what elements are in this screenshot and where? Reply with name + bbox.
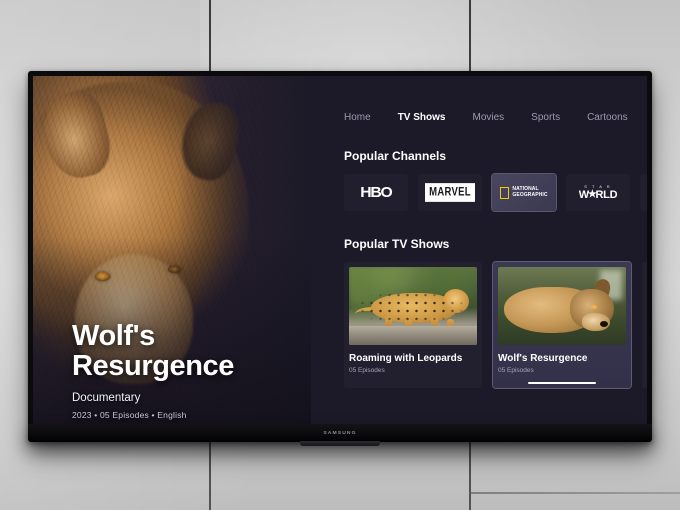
hbo-logo: HBO	[360, 184, 392, 201]
card-episode-count: 05 Episodes	[498, 367, 534, 374]
card-title: Wolf's Resurgence	[498, 353, 588, 364]
content-pane: Home TV Shows Movies Sports Cartoons Pop…	[311, 76, 647, 442]
channel-tile-star-world[interactable]: S T A R W ★ RLD	[566, 174, 630, 211]
channel-tile-marvel[interactable]: MARVEL	[418, 174, 482, 211]
hero-genre: Documentary	[72, 392, 141, 404]
nav-item-home[interactable]: Home	[344, 112, 371, 123]
star-world-wordmark: W ★ RLD	[579, 188, 618, 201]
card-focus-indicator	[528, 381, 596, 384]
hero-title: Wolf's Resurgence	[72, 320, 235, 383]
tv-screen: Wolf's Resurgence Documentary 2023 • 05 …	[33, 76, 647, 442]
channel-tile-national-geographic[interactable]: NATIONAL GEOGRAPHIC	[492, 174, 556, 211]
channel-tile-disney[interactable]: D	[640, 174, 647, 211]
hero-metadata: 2023 • 05 Episodes • English	[72, 410, 187, 420]
nav-item-sports[interactable]: Sports	[531, 112, 560, 123]
nav-item-movies[interactable]: Movies	[472, 112, 504, 123]
leopard-log	[349, 326, 477, 345]
natgeo-wordmark: NATIONAL GEOGRAPHIC	[512, 186, 548, 198]
star-word-small: S T A R	[584, 183, 612, 189]
hero-text-block: Wolf's Resurgence Documentary 2023 • 05 …	[72, 320, 299, 420]
wolf-thumbnail	[498, 267, 626, 345]
leopard-thumbnail	[349, 267, 477, 345]
tv-bottom-bezel: SAMSUNG	[28, 424, 652, 442]
popular-channels-heading: Popular Channels	[344, 149, 447, 163]
show-card-roaming-with-leopards[interactable]: Roaming with Leopards 05 Episodes	[344, 262, 482, 388]
star-world-rld: RLD	[595, 188, 618, 201]
national-geographic-logo: NATIONAL GEOGRAPHIC	[500, 186, 548, 199]
main-navigation: Home TV Shows Movies Sports Cartoons	[344, 112, 647, 123]
television-frame: Wolf's Resurgence Documentary 2023 • 05 …	[28, 71, 652, 442]
samsung-brand-logo: SAMSUNG	[323, 430, 357, 436]
natgeo-line-2: GEOGRAPHIC	[512, 191, 548, 198]
wall-seam-horizontal	[469, 492, 680, 494]
hero-banner[interactable]: Wolf's Resurgence Documentary 2023 • 05 …	[33, 76, 311, 442]
natgeo-rectangle-icon	[500, 186, 510, 199]
channel-tile-hbo[interactable]: HBO	[344, 174, 408, 211]
tv-stand	[300, 441, 380, 446]
wolf-thumb-nose	[600, 321, 608, 327]
card-episode-count: 05 Episodes	[349, 367, 385, 374]
star-world-logo: S T A R W ★ RLD	[579, 183, 618, 201]
popular-tv-shows-heading: Popular TV Shows	[344, 237, 450, 251]
marvel-logo: MARVEL	[425, 183, 475, 202]
nav-item-tv-shows[interactable]: TV Shows	[398, 112, 446, 123]
nav-item-cartoons[interactable]: Cartoons	[587, 112, 628, 123]
card-title: Roaming with Leopards	[349, 353, 463, 364]
show-card-wolfs-resurgence[interactable]: Wolf's Resurgence 05 Episodes	[493, 262, 631, 388]
popular-tv-shows-row: Roaming with Leopards 05 Episodes Wolf's…	[344, 262, 647, 388]
show-card-roar[interactable]: Roar 05 Episo	[642, 262, 647, 388]
wolf-thumb-eye	[591, 305, 597, 309]
popular-channels-row: HBO MARVEL NATIONAL GEOGRAPHIC S T A R W…	[344, 174, 647, 211]
